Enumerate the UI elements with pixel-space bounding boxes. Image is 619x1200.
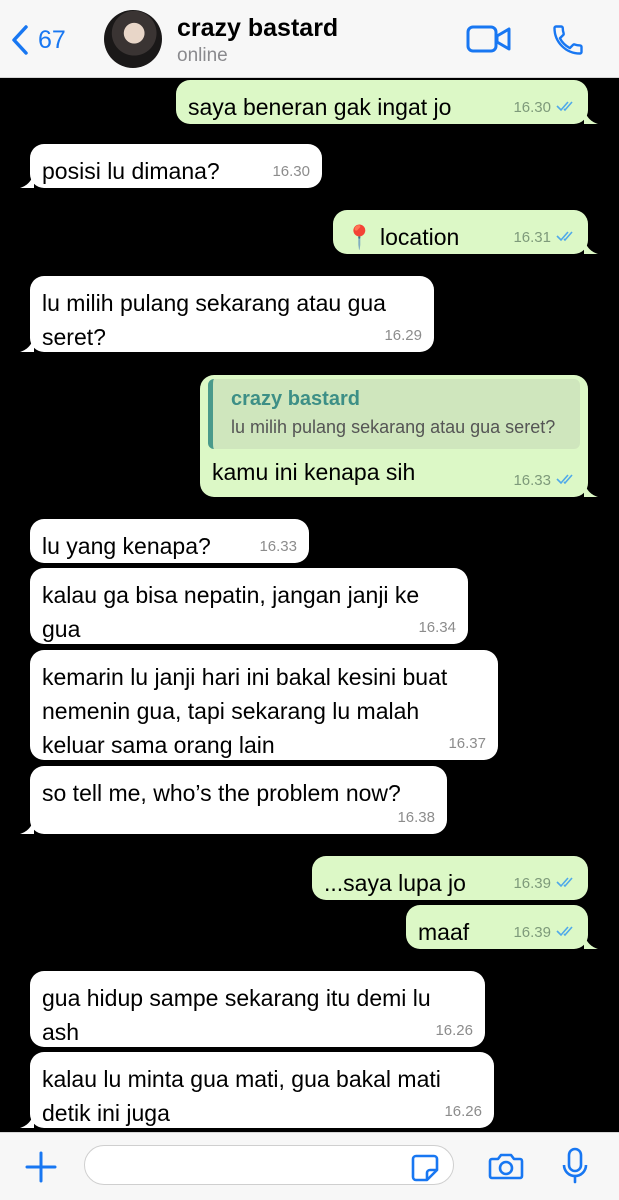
read-ticks-icon — [556, 473, 576, 489]
composer-bar — [0, 1132, 619, 1200]
message-input[interactable] — [84, 1145, 454, 1185]
location-message[interactable]: 📍 location — [345, 224, 459, 250]
message-time: 16.33 — [259, 538, 297, 555]
message-time: 16.37 — [448, 735, 486, 752]
message-bubble-incoming[interactable]: kemarin lu janji hari ini bakal kesini b… — [30, 650, 498, 760]
avatar[interactable] — [104, 10, 162, 68]
message-bubble-outgoing[interactable]: maaf 16.39 — [406, 905, 598, 949]
message-time: 16.30 — [513, 99, 551, 116]
back-button[interactable]: 67 — [10, 22, 66, 58]
message-text: kalau ga bisa nepatin, jangan janji ke g… — [42, 582, 420, 642]
message-text: lu milih pulang sekarang atau gua seret? — [42, 290, 386, 350]
video-call-icon[interactable] — [466, 24, 512, 59]
message-bubble-incoming[interactable]: so tell me, who’s the problem now? 16.38 — [20, 766, 447, 834]
message-bubble-outgoing[interactable]: 📍 location 16.31 — [333, 210, 598, 254]
message-bubble-outgoing[interactable]: crazy bastard lu milih pulang sekarang a… — [200, 375, 598, 497]
message-time: 16.39 — [513, 875, 551, 892]
message-text: gua hidup sampe sekarang itu demi lu ash — [42, 985, 431, 1045]
message-time: 16.34 — [418, 619, 456, 636]
message-text: kalau lu minta gua mati, gua bakal mati … — [42, 1066, 441, 1126]
message-bubble-outgoing[interactable]: saya beneran gak ingat jo 16.30 — [176, 80, 598, 124]
message-bubble-incoming[interactable]: lu yang kenapa? 16.33 — [30, 519, 309, 563]
message-text: posisi lu dimana? — [42, 158, 220, 184]
message-text: saya beneran gak ingat jo — [188, 94, 452, 120]
unread-count: 67 — [38, 25, 66, 54]
message-time: 16.31 — [513, 229, 551, 246]
microphone-icon[interactable] — [562, 1147, 588, 1190]
camera-icon[interactable] — [488, 1151, 524, 1186]
message-bubble-incoming[interactable]: gua hidup sampe sekarang itu demi lu ash… — [30, 971, 485, 1047]
message-time: 16.39 — [513, 924, 551, 941]
message-text: kemarin lu janji hari ini bakal kesini b… — [42, 664, 448, 758]
contact-name[interactable]: crazy bastard — [177, 14, 338, 43]
message-text: so tell me, who’s the problem now? — [42, 780, 401, 806]
message-time: 16.29 — [384, 327, 422, 344]
message-bubble-incoming[interactable]: kalau ga bisa nepatin, jangan janji ke g… — [30, 568, 468, 644]
plus-icon[interactable] — [24, 1150, 58, 1189]
message-time: 16.26 — [444, 1103, 482, 1120]
message-text: lu yang kenapa? — [42, 533, 211, 559]
quoted-sender: crazy bastard — [231, 388, 360, 410]
read-ticks-icon — [556, 876, 576, 892]
read-ticks-icon — [556, 230, 576, 246]
contact-status: online — [177, 45, 228, 66]
sticker-icon[interactable] — [410, 1153, 440, 1188]
quoted-text: lu milih pulang sekarang atau gua seret? — [231, 417, 556, 437]
message-bubble-incoming[interactable]: posisi lu dimana? 16.30 — [20, 144, 322, 188]
chat-area[interactable]: saya beneran gak ingat jo 16.30 posisi l… — [0, 78, 619, 1132]
message-bubble-outgoing[interactable]: ...saya lupa jo 16.39 — [312, 856, 588, 900]
message-time: 16.30 — [272, 163, 310, 180]
message-bubble-incoming[interactable]: kalau lu minta gua mati, gua bakal mati … — [20, 1052, 494, 1128]
message-text: ...saya lupa jo — [324, 870, 466, 896]
quoted-reply[interactable]: crazy bastard lu milih pulang sekarang a… — [208, 379, 580, 449]
message-text: kamu ini kenapa sih — [212, 459, 416, 485]
read-ticks-icon — [556, 100, 576, 116]
chat-header: 67 crazy bastard online — [0, 0, 619, 78]
chevron-left-icon — [10, 24, 30, 56]
message-time: 16.38 — [397, 809, 435, 826]
phone-icon[interactable] — [550, 22, 586, 63]
message-time: 16.26 — [435, 1022, 473, 1039]
message-bubble-incoming[interactable]: lu milih pulang sekarang atau gua seret?… — [20, 276, 434, 352]
message-time: 16.33 — [513, 472, 551, 489]
message-text: maaf — [418, 919, 470, 945]
read-ticks-icon — [556, 925, 576, 941]
